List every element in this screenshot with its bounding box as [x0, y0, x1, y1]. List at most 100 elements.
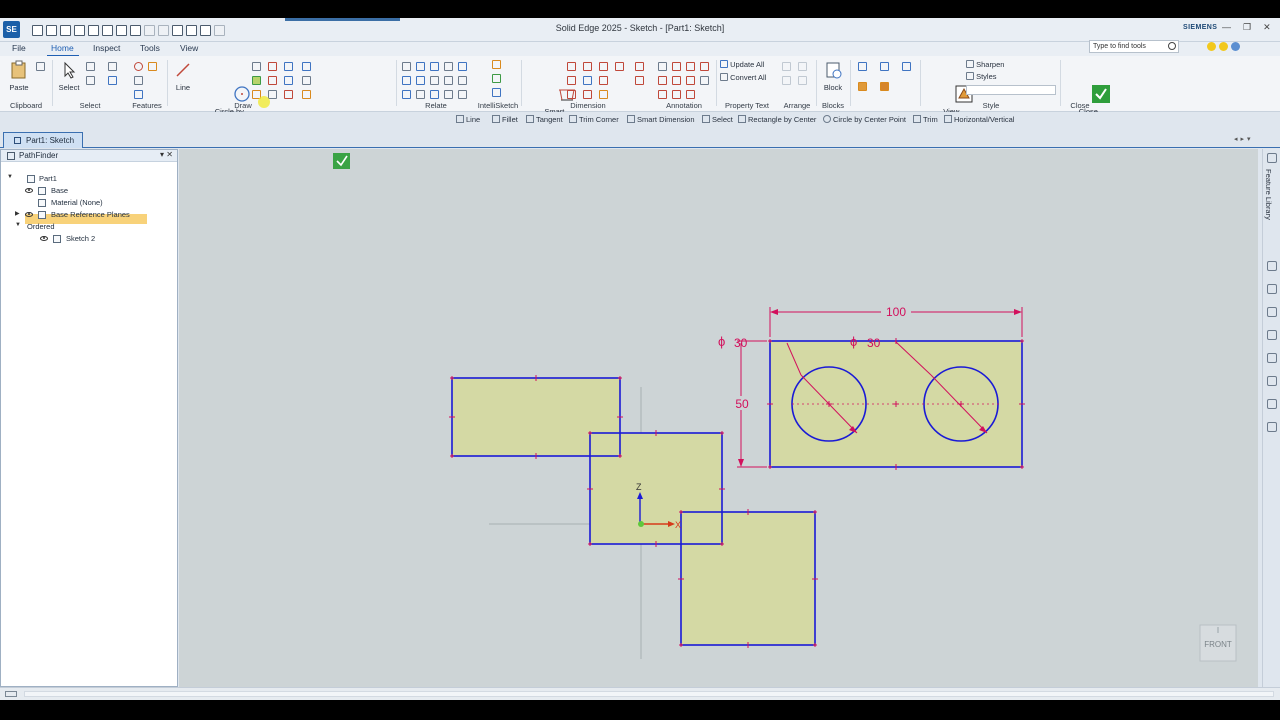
trim-icon[interactable] — [268, 90, 277, 99]
cmd-trim[interactable]: Trim — [913, 115, 938, 124]
tab-home[interactable]: Home — [51, 43, 74, 53]
pathfinder-close-icon[interactable]: ▾ ✕ — [160, 150, 173, 159]
dimension-lock-icon[interactable] — [599, 90, 608, 99]
document-tab-part1[interactable]: Part1: Sketch — [3, 132, 83, 148]
cmd-fillet[interactable]: Fillet — [492, 115, 518, 124]
curve-icon[interactable] — [268, 62, 277, 71]
relate-horizontal-icon[interactable] — [402, 76, 411, 85]
paint-icon[interactable] — [1267, 353, 1277, 363]
sharpen-button[interactable]: Sharpen — [966, 60, 1004, 69]
datum-frame-icon[interactable] — [686, 76, 695, 85]
construction-icon[interactable] — [302, 62, 311, 71]
block-button[interactable]: Block — [820, 60, 846, 92]
minimize-button[interactable]: — — [1222, 22, 1231, 33]
cube-icon[interactable] — [1267, 399, 1277, 409]
frown-feedback-icon[interactable] — [1219, 42, 1228, 51]
feature-control-icon[interactable] — [700, 62, 709, 71]
layers-icon[interactable] — [1267, 261, 1277, 271]
annotation-text-icon[interactable] — [635, 62, 644, 71]
angle-between-icon[interactable] — [583, 62, 592, 71]
edge-condition-icon[interactable] — [672, 90, 681, 99]
cmd-select[interactable]: Select — [702, 115, 733, 124]
help-icon[interactable] — [1231, 42, 1240, 51]
relate-rigid-icon[interactable] — [458, 62, 467, 71]
box-select-icon[interactable] — [86, 76, 95, 85]
distance-between-icon[interactable] — [567, 62, 576, 71]
feature-library-icon[interactable] — [1267, 153, 1277, 163]
offset-icon[interactable] — [284, 62, 293, 71]
select-mode-icon[interactable] — [108, 76, 117, 85]
shape-icon[interactable] — [134, 76, 143, 85]
dimension-style-icon[interactable] — [583, 90, 592, 99]
style-dropdown[interactable] — [966, 85, 1056, 95]
hole-icon[interactable] — [134, 62, 143, 71]
pattern-icon[interactable] — [134, 90, 143, 99]
view-trimetric-icon[interactable] — [902, 62, 911, 71]
view-cube[interactable]: FRONT — [1199, 624, 1237, 662]
chamfer-dimension-icon[interactable] — [567, 76, 576, 85]
view-dimetric-icon[interactable] — [880, 62, 889, 71]
mirror-icon[interactable] — [284, 90, 293, 99]
angular-coordinate-icon[interactable] — [599, 76, 608, 85]
relate-perpendicular-icon[interactable] — [430, 76, 439, 85]
relate-parallel-icon[interactable] — [444, 76, 453, 85]
tools-icon[interactable] — [1267, 284, 1277, 294]
grid-icon[interactable] — [1267, 330, 1277, 340]
tab-view[interactable]: View — [180, 43, 198, 53]
menu-file[interactable]: File — [12, 43, 26, 53]
extend-icon[interactable] — [302, 76, 311, 85]
intellisketch-zones-icon[interactable] — [492, 88, 501, 97]
cmd-tangent[interactable]: Tangent — [526, 115, 563, 124]
cmd-line[interactable]: Line — [456, 115, 480, 124]
callout-icon[interactable] — [686, 62, 695, 71]
styles-button[interactable]: Styles — [966, 72, 997, 81]
expand-icon[interactable]: ▶ — [15, 210, 20, 217]
prompt-icon[interactable] — [5, 691, 17, 697]
arc-icon[interactable] — [268, 76, 277, 85]
relate-midpoint-icon[interactable] — [416, 90, 425, 99]
rectangle-icon[interactable] — [252, 62, 261, 71]
relate-concentric-icon[interactable] — [430, 62, 439, 71]
balloon-icon[interactable] — [672, 62, 681, 71]
relate-collinear-icon[interactable] — [416, 62, 425, 71]
restore-button[interactable]: ❐ — [1243, 22, 1251, 33]
gear-icon[interactable] — [1267, 422, 1277, 432]
intellisketch-options-icon[interactable] — [492, 60, 501, 69]
cmd-rectangle-by-center[interactable]: Rectangle by Center — [738, 115, 816, 124]
text-box-icon[interactable] — [700, 76, 709, 85]
relate-tangent-icon[interactable] — [458, 76, 467, 85]
intellisketch-relations-icon[interactable] — [492, 74, 501, 83]
send-backward-icon[interactable] — [798, 62, 807, 71]
close-button[interactable]: ✕ — [1263, 22, 1271, 33]
cut-icon[interactable] — [36, 62, 45, 71]
line-button[interactable]: Line — [170, 60, 196, 92]
select-tools-icon[interactable] — [108, 62, 117, 71]
sketch-canvas[interactable]: 100 50 ϕ 30 ϕ 30 Z X FRONT — [179, 149, 1258, 687]
sketch-active-icon[interactable] — [333, 153, 350, 169]
tab-scroll-arrows[interactable]: ◂▸▾ — [1234, 135, 1254, 143]
horizontal-scrollbar[interactable] — [0, 687, 1280, 700]
rectangle-center-icon[interactable] — [252, 76, 261, 85]
feature-library-tab[interactable]: Feature Library — [1264, 169, 1273, 220]
bring-forward-icon[interactable] — [782, 62, 791, 71]
cmd-trim-corner[interactable]: Trim Corner — [569, 115, 619, 124]
annotation-arc-icon[interactable] — [635, 76, 644, 85]
connector-icon[interactable] — [686, 90, 695, 99]
shaded-icon[interactable] — [858, 82, 867, 91]
scrollbar-thumb[interactable] — [24, 691, 1274, 697]
smile-feedback-icon[interactable] — [1207, 42, 1216, 51]
convert-all-button[interactable]: Convert All — [720, 73, 766, 82]
relate-align-icon[interactable] — [430, 90, 439, 99]
coordinate-dimension-icon[interactable] — [599, 62, 608, 71]
link-icon[interactable] — [1267, 376, 1277, 386]
shaded-edges-icon[interactable] — [880, 82, 889, 91]
eye-icon[interactable] — [25, 188, 33, 193]
collapse-icon[interactable]: ▼ — [15, 222, 21, 228]
view-iso-icon[interactable] — [858, 62, 867, 71]
datum-target-icon[interactable] — [658, 90, 667, 99]
relate-fix-icon[interactable] — [458, 90, 467, 99]
cmd-circle-by-center[interactable]: Circle by Center Point — [823, 115, 906, 124]
leader-icon[interactable] — [658, 62, 667, 71]
cmd-smart-dimension[interactable]: Smart Dimension — [627, 115, 695, 124]
move-icon[interactable] — [284, 76, 293, 85]
